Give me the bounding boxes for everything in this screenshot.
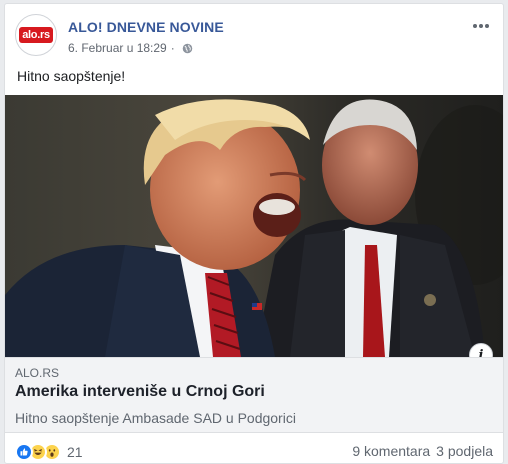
- post-card: alo.rs ALO! DNEVNE NOVINE 6. Februar u 1…: [4, 3, 504, 464]
- more-options-icon[interactable]: [469, 16, 493, 36]
- reactions-summary[interactable]: 21: [15, 443, 83, 461]
- post-header: alo.rs ALO! DNEVNE NOVINE 6. Februar u 1…: [15, 14, 493, 59]
- link-title[interactable]: Amerika interveniše u Crnoj Gori: [15, 383, 265, 401]
- comments-count[interactable]: 9 komentara: [352, 443, 430, 459]
- shares-count[interactable]: 3 podjela: [436, 443, 493, 459]
- post-text: Hitno saopštenje!: [17, 68, 126, 84]
- news-photo: [5, 95, 503, 357]
- link-preview[interactable]: ALO.RS Amerika interveniše u Crnoj Gori …: [5, 357, 503, 433]
- post-timestamp[interactable]: 6. Februar u 18:29: [68, 41, 167, 55]
- like-icon: [15, 443, 33, 461]
- link-preview-image[interactable]: i: [5, 95, 503, 357]
- link-domain: ALO.RS: [15, 366, 60, 380]
- meta-separator: ·: [170, 41, 175, 55]
- post-meta: 6. Februar u 18:29 ·: [68, 41, 193, 55]
- link-description: Hitno saopštenje Ambasade SAD u Podgoric…: [15, 410, 296, 426]
- globe-icon[interactable]: [182, 43, 193, 54]
- reaction-count[interactable]: 21: [67, 444, 83, 460]
- post-footer: 21 9 komentara 3 podjela: [15, 443, 493, 463]
- page-avatar[interactable]: alo.rs: [15, 14, 57, 56]
- page-name-link[interactable]: ALO! DNEVNE NOVINE: [68, 19, 224, 35]
- page-logo: alo.rs: [19, 27, 53, 43]
- engagement-stats: 9 komentara 3 podjela: [352, 443, 493, 459]
